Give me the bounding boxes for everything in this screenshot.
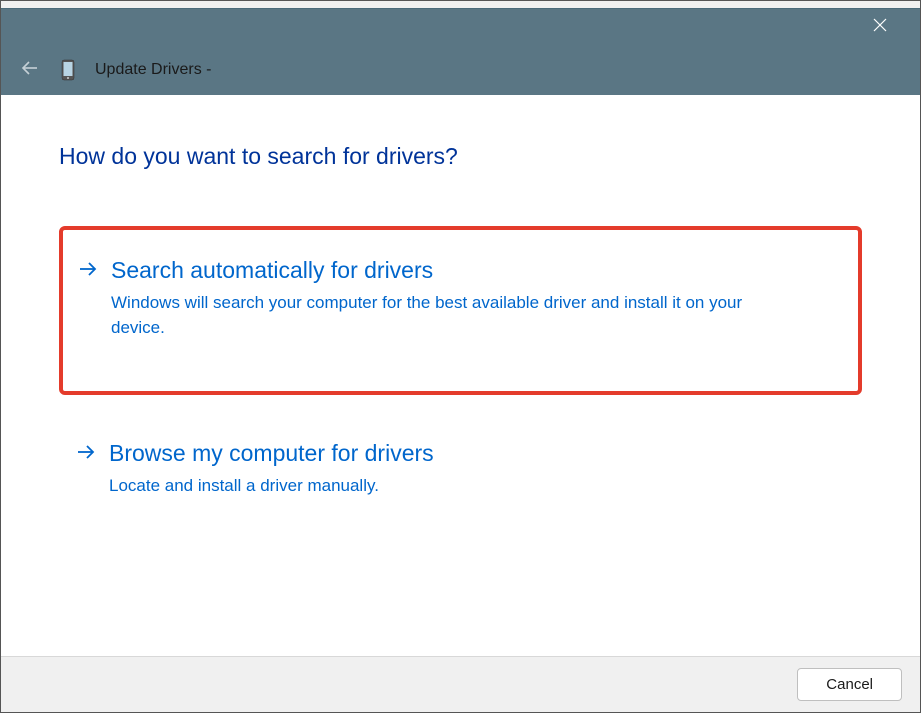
- wizard-header: Update Drivers -: [1, 45, 920, 95]
- option-browse-computer[interactable]: Browse my computer for drivers Locate an…: [59, 415, 862, 528]
- content-area: How do you want to search for drivers? S…: [1, 95, 920, 656]
- option-title: Search automatically for drivers: [111, 256, 828, 286]
- arrow-left-icon: [21, 59, 39, 82]
- option-title: Browse my computer for drivers: [109, 439, 832, 469]
- footer: Cancel: [1, 656, 920, 712]
- option-text-block: Browse my computer for drivers Locate an…: [109, 439, 832, 498]
- close-button[interactable]: [860, 9, 900, 45]
- window-top-border: [1, 1, 920, 9]
- page-heading: How do you want to search for drivers?: [59, 143, 862, 170]
- arrow-right-icon: [77, 262, 99, 276]
- close-icon: [873, 18, 887, 37]
- option-text-block: Search automatically for drivers Windows…: [111, 256, 828, 341]
- back-button[interactable]: [19, 59, 41, 81]
- cancel-button[interactable]: Cancel: [797, 668, 902, 701]
- wizard-title: Update Drivers -: [95, 61, 211, 79]
- option-search-automatically[interactable]: Search automatically for drivers Windows…: [59, 226, 862, 395]
- option-description: Locate and install a driver manually.: [109, 473, 749, 499]
- arrow-right-icon: [75, 445, 97, 459]
- device-icon: [59, 58, 77, 82]
- titlebar: [1, 9, 920, 45]
- option-description: Windows will search your computer for th…: [111, 290, 751, 341]
